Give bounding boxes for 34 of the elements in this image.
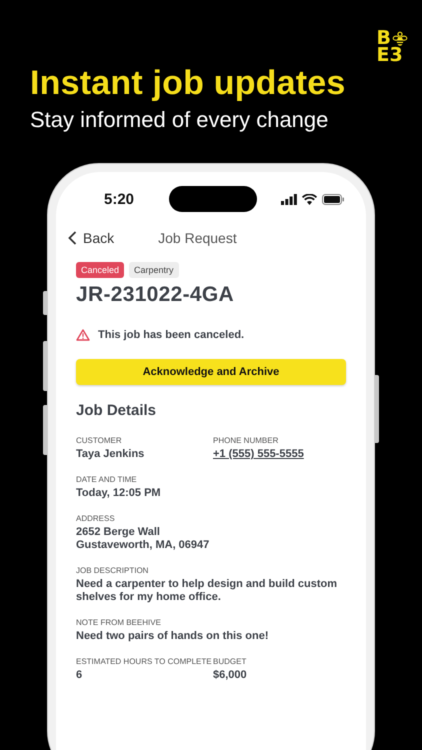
- screen-title: Job Request: [158, 230, 237, 246]
- field-label: JOB DESCRIPTION: [76, 566, 150, 575]
- status-time: 5:20: [104, 190, 134, 208]
- field-value: $6,000: [213, 669, 248, 682]
- tag: Carpentry: [129, 262, 179, 278]
- field-label: BUDGET: [213, 657, 248, 666]
- field-value: 6: [76, 669, 84, 682]
- field-label: NOTE FROM BEEHIVE: [76, 618, 162, 627]
- field-label: ADDRESS: [76, 514, 116, 523]
- section-title: Job Details: [76, 402, 158, 419]
- headline: Instant job updates: [30, 64, 346, 103]
- phone-link[interactable]: +1 (555) 555-5555: [213, 448, 350, 461]
- subheadline: Stay informed of every change: [30, 107, 328, 133]
- field-value: Need two pairs of hands on this one!: [76, 630, 270, 643]
- wifi-icon: [302, 194, 317, 204]
- field-value: Need a carpenter to help design and build custom shelves for my home office.: [76, 578, 338, 604]
- alert-message: This job has been canceled.: [98, 329, 244, 341]
- field-value: Today, 12:05 PM: [76, 487, 162, 500]
- field-label: CUSTOMER: [76, 436, 123, 445]
- signal-icon: [281, 194, 297, 204]
- field-label: DATE AND TIME: [76, 475, 138, 484]
- warning-icon: [76, 329, 90, 341]
- field-value: 2652 Berge Wall Gustaveworth, MA, 06947: [76, 526, 210, 552]
- chevron-left-icon: [68, 231, 77, 245]
- tag: Canceled: [76, 262, 124, 278]
- job-id: JR-231022-4GA: [76, 283, 235, 307]
- acknowledge-button[interactable]: Acknowledge and Archive: [76, 359, 346, 385]
- battery-icon: [322, 194, 344, 204]
- logo: B E3: [376, 30, 408, 64]
- field-value: Taya Jenkins: [76, 448, 146, 461]
- back-button[interactable]: Back: [66, 230, 116, 246]
- field-label: PHONE NUMBER: [213, 436, 280, 445]
- field-label: ESTIMATED HOURS TO COMPLETE: [76, 657, 213, 666]
- bee-icon: [392, 30, 408, 46]
